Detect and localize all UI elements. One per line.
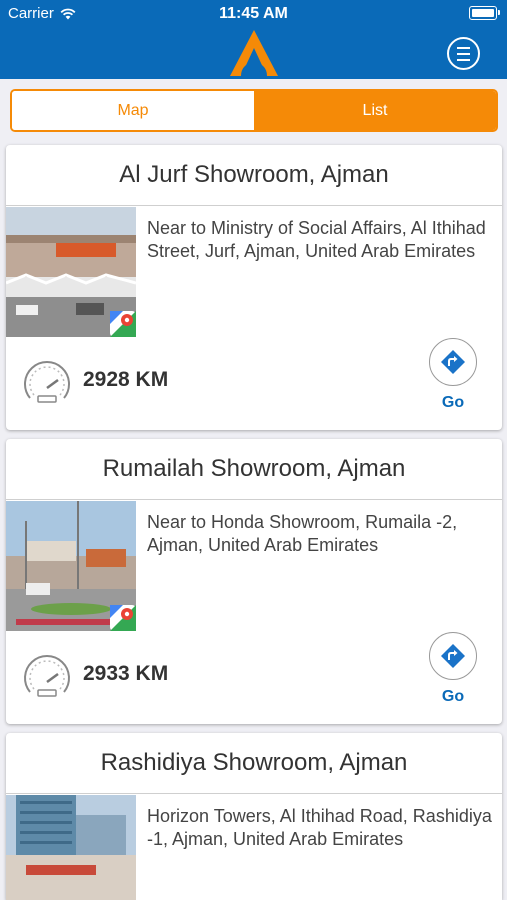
showroom-photo[interactable] — [6, 795, 136, 900]
speedometer-icon — [24, 361, 70, 403]
view-segmented-control: Map List — [10, 89, 498, 132]
directions-icon — [441, 644, 465, 668]
showroom-address: Near to Honda Showroom, Rumaila -2, Ajma… — [147, 512, 458, 555]
speedometer-icon — [24, 655, 70, 697]
showroom-card[interactable]: Rumailah Showroom, Ajman Near to Honda S… — [6, 439, 502, 724]
distance-value: 2933 KM — [83, 662, 169, 685]
google-maps-icon — [110, 311, 136, 337]
top-bar: Carrier 11:45 AM — [0, 0, 507, 79]
showroom-address: Horizon Towers, Al Ithihad Road, Rashidi… — [147, 806, 492, 849]
directions-button[interactable] — [429, 338, 477, 386]
showroom-address: Near to Ministry of Social Affairs, Al I… — [147, 218, 486, 261]
directions-icon — [441, 350, 465, 374]
status-time: 11:45 AM — [219, 5, 288, 22]
tab-list[interactable]: List — [254, 91, 496, 130]
showroom-card[interactable]: Al Jurf Showroom, Ajman Near to Ministry… — [6, 145, 502, 430]
showroom-card[interactable]: Rashidiya Showroom, Ajman Horizon Towers… — [6, 733, 502, 900]
distance-value: 2928 KM — [83, 368, 169, 391]
hamburger-line — [457, 59, 470, 61]
tab-map[interactable]: Map — [12, 91, 254, 130]
showroom-name: Rashidiya Showroom, Ajman — [6, 733, 502, 794]
hamburger-line — [457, 53, 470, 55]
directions-button[interactable] — [429, 632, 477, 680]
google-maps-icon — [110, 605, 136, 631]
brand-logo-icon — [230, 30, 278, 77]
showroom-photo[interactable] — [6, 501, 136, 631]
go-label[interactable]: Go — [429, 394, 477, 412]
hamburger-menu-icon — [457, 47, 470, 49]
showroom-name: Rumailah Showroom, Ajman — [6, 439, 502, 500]
showroom-photo[interactable] — [6, 207, 136, 337]
showroom-name: Al Jurf Showroom, Ajman — [6, 145, 502, 206]
status-bar: Carrier 11:45 AM — [0, 0, 507, 28]
battery-icon — [469, 6, 500, 20]
menu-button[interactable] — [447, 37, 480, 70]
go-label[interactable]: Go — [429, 688, 477, 706]
